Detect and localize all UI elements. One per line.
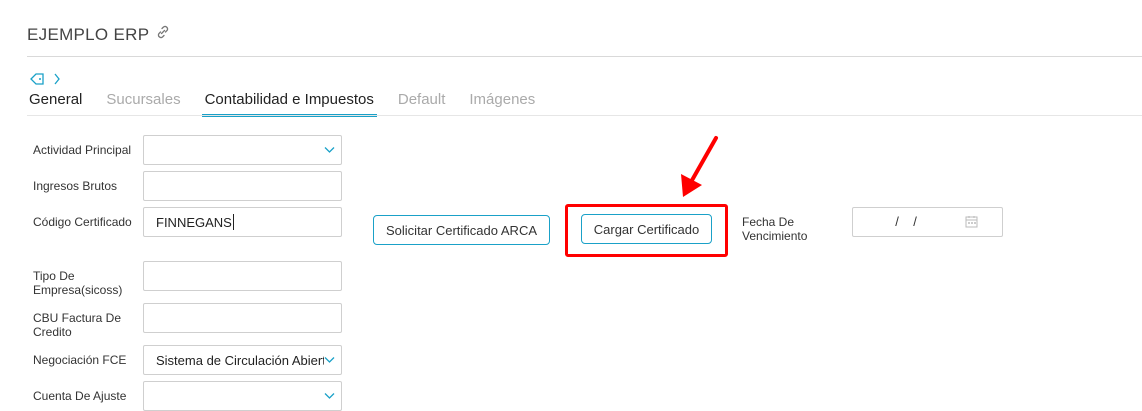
codigo-certificado-value: FINNEGANS xyxy=(156,214,232,230)
cbu-factura-input[interactable] xyxy=(143,303,342,333)
app-title-text: EJEMPLO ERP xyxy=(27,24,150,44)
tipo-empresa-label: Tipo De Empresa(sicoss) xyxy=(33,269,123,297)
tag-icon[interactable] xyxy=(29,72,45,89)
ingresos-brutos-input[interactable] xyxy=(143,171,342,201)
header-divider xyxy=(27,56,1142,57)
solicitar-certificado-arca-button[interactable]: Solicitar Certificado ARCA xyxy=(373,215,550,245)
fecha-vencimiento-label: Fecha De Vencimiento xyxy=(742,215,808,243)
text-cursor xyxy=(232,214,234,230)
negociacion-fce-select[interactable]: Sistema de Circulación Abierta xyxy=(143,345,342,375)
cuenta-ajuste-select[interactable] xyxy=(143,381,342,411)
fecha-vencimiento-value: / / xyxy=(888,214,917,229)
codigo-certificado-input[interactable]: FINNEGANS xyxy=(143,207,342,237)
breadcrumb xyxy=(29,72,61,89)
chevron-down-icon xyxy=(324,354,335,368)
codigo-certificado-label: Código Certificado xyxy=(33,215,132,229)
tipo-empresa-input[interactable] xyxy=(143,261,342,291)
chevron-down-icon xyxy=(324,144,335,158)
link-icon[interactable] xyxy=(155,24,171,45)
cargar-certificado-button[interactable]: Cargar Certificado xyxy=(581,214,712,244)
tab-imagenes[interactable]: Imágenes xyxy=(469,91,535,112)
actividad-principal-select[interactable] xyxy=(143,135,342,165)
tab-default[interactable]: Default xyxy=(398,91,446,112)
tab-bar: General Sucursales Contabilidad e Impues… xyxy=(29,91,559,117)
ingresos-brutos-label: Ingresos Brutos xyxy=(33,179,118,193)
fecha-vencimiento-input[interactable]: / / xyxy=(852,207,1003,237)
actividad-principal-label: Actividad Principal xyxy=(33,143,132,157)
tabs-divider xyxy=(27,115,1142,116)
negociacion-fce-label: Negociación FCE xyxy=(33,353,127,367)
chevron-down-icon xyxy=(324,390,335,404)
tab-sucursales[interactable]: Sucursales xyxy=(106,91,180,112)
chevron-right-icon[interactable] xyxy=(53,73,61,88)
app-title: EJEMPLO ERP xyxy=(27,24,171,45)
tab-contabilidad-impuestos[interactable]: Contabilidad e Impuestos xyxy=(201,91,378,117)
annotation-arrow-icon xyxy=(681,136,718,197)
tab-general[interactable]: General xyxy=(29,91,82,112)
negociacion-fce-value: Sistema de Circulación Abierta xyxy=(156,352,334,368)
cbu-factura-label: CBU Factura De Credito xyxy=(33,311,122,339)
calendar-icon[interactable] xyxy=(965,215,978,231)
